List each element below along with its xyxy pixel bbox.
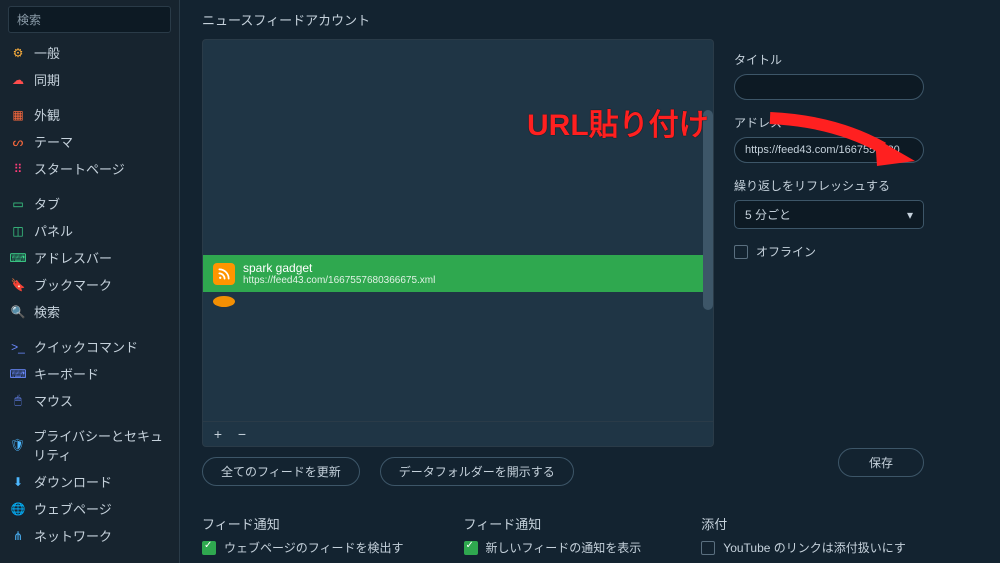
sidebar-item-label: 一般 xyxy=(34,43,60,62)
chevron-down-icon: ▾ xyxy=(907,208,913,222)
detect-feed-checkbox[interactable] xyxy=(202,541,216,555)
sidebar-item-icon: ⌨ xyxy=(10,366,26,382)
sidebar-item-label: パネル xyxy=(34,221,73,240)
refresh-interval-value: 5 分ごと xyxy=(745,206,791,223)
sidebar-item-label: キーボード xyxy=(34,364,99,383)
settings-sidebar: 検索 ⚙ 一般 ☁ 同期 ▦ 外観 ᔕ テーマ ⠿ スタートページ ▭ タブ ◫ パネル ⌨ アドレスバー 🔖 ブ… xyxy=(0,0,180,563)
sidebar-item-label: スタートページ xyxy=(34,159,125,178)
sidebar-item[interactable]: ⬇ ダウンロード xyxy=(0,468,179,495)
sidebar-item-icon: 🔖 xyxy=(10,277,26,293)
feed-list[interactable]: spark gadget https://feed43.com/16675576… xyxy=(203,40,713,421)
feed-url: https://feed43.com/1667557680366675.xml xyxy=(243,275,435,286)
notif2-label: 新しいフィードの通知を表示 xyxy=(486,539,642,556)
notif1-label: ウェブページのフィードを検出す xyxy=(224,539,404,556)
feed-item-partial[interactable] xyxy=(213,296,235,307)
sidebar-item[interactable]: ▦ 外観 xyxy=(0,101,179,128)
sidebar-item[interactable]: ⚙ 一般 xyxy=(0,39,179,66)
sidebar-item-label: プライバシーとセキュリティ xyxy=(33,426,169,464)
title-input[interactable] xyxy=(734,74,924,100)
refresh-interval-label: 繰り返しをリフレッシュする xyxy=(734,177,978,194)
remove-feed-button[interactable]: − xyxy=(233,425,251,443)
refresh-interval-select[interactable]: 5 分ごと ▾ xyxy=(734,200,924,229)
save-button[interactable]: 保存 xyxy=(838,448,924,477)
refresh-all-button[interactable]: 全てのフィードを更新 xyxy=(202,457,360,486)
open-data-folder-button[interactable]: データフォルダーを開示する xyxy=(380,457,574,486)
address-label: アドレス xyxy=(734,114,978,131)
sidebar-item[interactable]: ▭ タブ xyxy=(0,190,179,217)
feed-list-box: spark gadget https://feed43.com/16675576… xyxy=(202,39,714,447)
title-label: タイトル xyxy=(734,51,978,68)
offline-label: オフライン xyxy=(756,243,816,260)
sidebar-item[interactable]: ✉メール xyxy=(0,557,179,563)
notif1-title: フィード通知 xyxy=(202,514,404,533)
sidebar-item[interactable]: ◫ パネル xyxy=(0,217,179,244)
sidebar-item-icon: ◫ xyxy=(10,223,26,239)
sidebar-item-icon: ᔕ xyxy=(10,134,26,150)
notif3-check-row[interactable]: YouTube のリンクは添付扱いにす xyxy=(701,539,906,556)
sidebar-item-icon: ⠿ xyxy=(10,161,26,177)
sidebar-item-icon: ▦ xyxy=(10,107,26,123)
sidebar-item-label: 同期 xyxy=(34,70,60,89)
sidebar-item-label: ネットワーク xyxy=(34,526,112,545)
new-feed-notif-checkbox[interactable] xyxy=(464,541,478,555)
sidebar-item[interactable]: >_ クイックコマンド xyxy=(0,333,179,360)
sidebar-item-icon: >_ xyxy=(10,339,26,355)
sidebar-item-icon: ⬇ xyxy=(10,474,26,490)
sidebar-item-label: ダウンロード xyxy=(34,472,112,491)
sidebar-item-icon: ☁ xyxy=(10,72,26,88)
sidebar-item-icon: 🖱 xyxy=(10,393,26,409)
sidebar-item[interactable]: 🌐 ウェブページ xyxy=(0,495,179,522)
sidebar-item-label: ブックマーク xyxy=(34,275,112,294)
notif3-label: YouTube のリンクは添付扱いにす xyxy=(723,539,906,556)
add-feed-button[interactable]: + xyxy=(209,425,227,443)
notif3-title: 添付 xyxy=(701,514,906,533)
sidebar-item[interactable]: 🔍 検索 xyxy=(0,298,179,325)
address-input[interactable] xyxy=(734,137,924,163)
offline-checkbox-row[interactable]: オフライン xyxy=(734,243,978,260)
sidebar-item[interactable]: ⠿ スタートページ xyxy=(0,155,179,182)
feed-name: spark gadget xyxy=(243,261,435,275)
sidebar-item-icon: ⚙ xyxy=(10,45,26,61)
youtube-attach-checkbox[interactable] xyxy=(701,541,715,555)
section-title: ニュースフィードアカウント xyxy=(202,10,978,29)
sidebar-item[interactable]: ᔕ テーマ xyxy=(0,128,179,155)
notif2-check-row[interactable]: 新しいフィードの通知を表示 xyxy=(464,539,642,556)
feed-detail-panel: タイトル アドレス 繰り返しをリフレッシュする 5 分ごと ▾ オフライン 保存 xyxy=(734,39,978,477)
sidebar-item-label: 検索 xyxy=(34,302,60,321)
sidebar-item[interactable]: 🛡 プライバシーとセキュリティ xyxy=(0,422,179,468)
search-input[interactable]: 検索 xyxy=(8,6,171,33)
notif2-title: フィード通知 xyxy=(464,514,642,533)
sidebar-item[interactable]: ⌨ キーボード xyxy=(0,360,179,387)
sidebar-item-label: マウス xyxy=(34,391,73,410)
sidebar-item-icon: 🔍 xyxy=(10,304,26,320)
sidebar-item-icon: ⋔ xyxy=(10,528,26,544)
main-content: ニュースフィードアカウント spark gadget https://feed4… xyxy=(180,0,1000,563)
sidebar-item-label: テーマ xyxy=(34,132,73,151)
sidebar-item[interactable]: 🖱 マウス xyxy=(0,387,179,414)
sidebar-item-icon: ▭ xyxy=(10,196,26,212)
sidebar-item-label: アドレスバー xyxy=(34,248,112,267)
sidebar-item[interactable]: 🔖 ブックマーク xyxy=(0,271,179,298)
notif1-check-row[interactable]: ウェブページのフィードを検出す xyxy=(202,539,404,556)
feed-list-controls: + − xyxy=(203,421,713,446)
sidebar-item-label: 外観 xyxy=(34,105,60,124)
sidebar-item[interactable]: ⋔ ネットワーク xyxy=(0,522,179,549)
sidebar-item[interactable]: ☁ 同期 xyxy=(0,66,179,93)
sidebar-item-label: タブ xyxy=(34,194,60,213)
sidebar-item-icon: 🌐 xyxy=(10,501,26,517)
scrollbar-thumb[interactable] xyxy=(703,110,713,310)
sidebar-item[interactable]: ⌨ アドレスバー xyxy=(0,244,179,271)
feed-item-selected[interactable]: spark gadget https://feed43.com/16675576… xyxy=(203,255,713,292)
offline-checkbox[interactable] xyxy=(734,245,748,259)
sidebar-item-label: ウェブページ xyxy=(34,499,112,518)
sidebar-item-icon: ⌨ xyxy=(10,250,26,266)
sidebar-item-label: クイックコマンド xyxy=(34,337,138,356)
sidebar-item-icon: 🛡 xyxy=(10,437,25,453)
rss-icon xyxy=(213,263,235,285)
